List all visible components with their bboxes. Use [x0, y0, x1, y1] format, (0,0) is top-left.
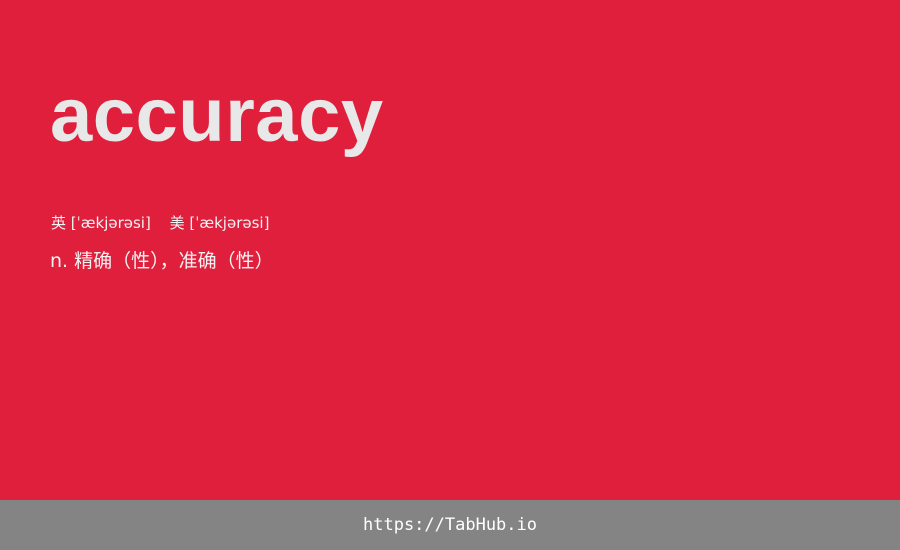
footer-link[interactable]: https://TabHub.io [363, 515, 537, 535]
us-label: 美 [169, 214, 185, 232]
uk-pronunciation: 英 [ˈækjərəsi] [51, 212, 151, 233]
footer-bar: https://TabHub.io [0, 500, 900, 550]
pronunciation-row: 英 [ˈækjərəsi] 美 [ˈækjərəsi] [51, 212, 283, 233]
us-pronunciation: 美 [ˈækjərəsi] [170, 212, 270, 233]
word-title: accuracy [50, 73, 384, 158]
definition-text: n. 精确（性），准确（性） [50, 250, 274, 272]
word-card: accuracy 英 [ˈækjərəsi] 美 [ˈækjərəsi] n. … [0, 0, 900, 500]
uk-label: 英 [51, 214, 67, 232]
us-ipa: [ˈækjərəsi] [189, 214, 270, 232]
uk-ipa: [ˈækjərəsi] [70, 214, 151, 232]
word-card-page: accuracy 英 [ˈækjərəsi] 美 [ˈækjərəsi] n. … [0, 0, 900, 550]
